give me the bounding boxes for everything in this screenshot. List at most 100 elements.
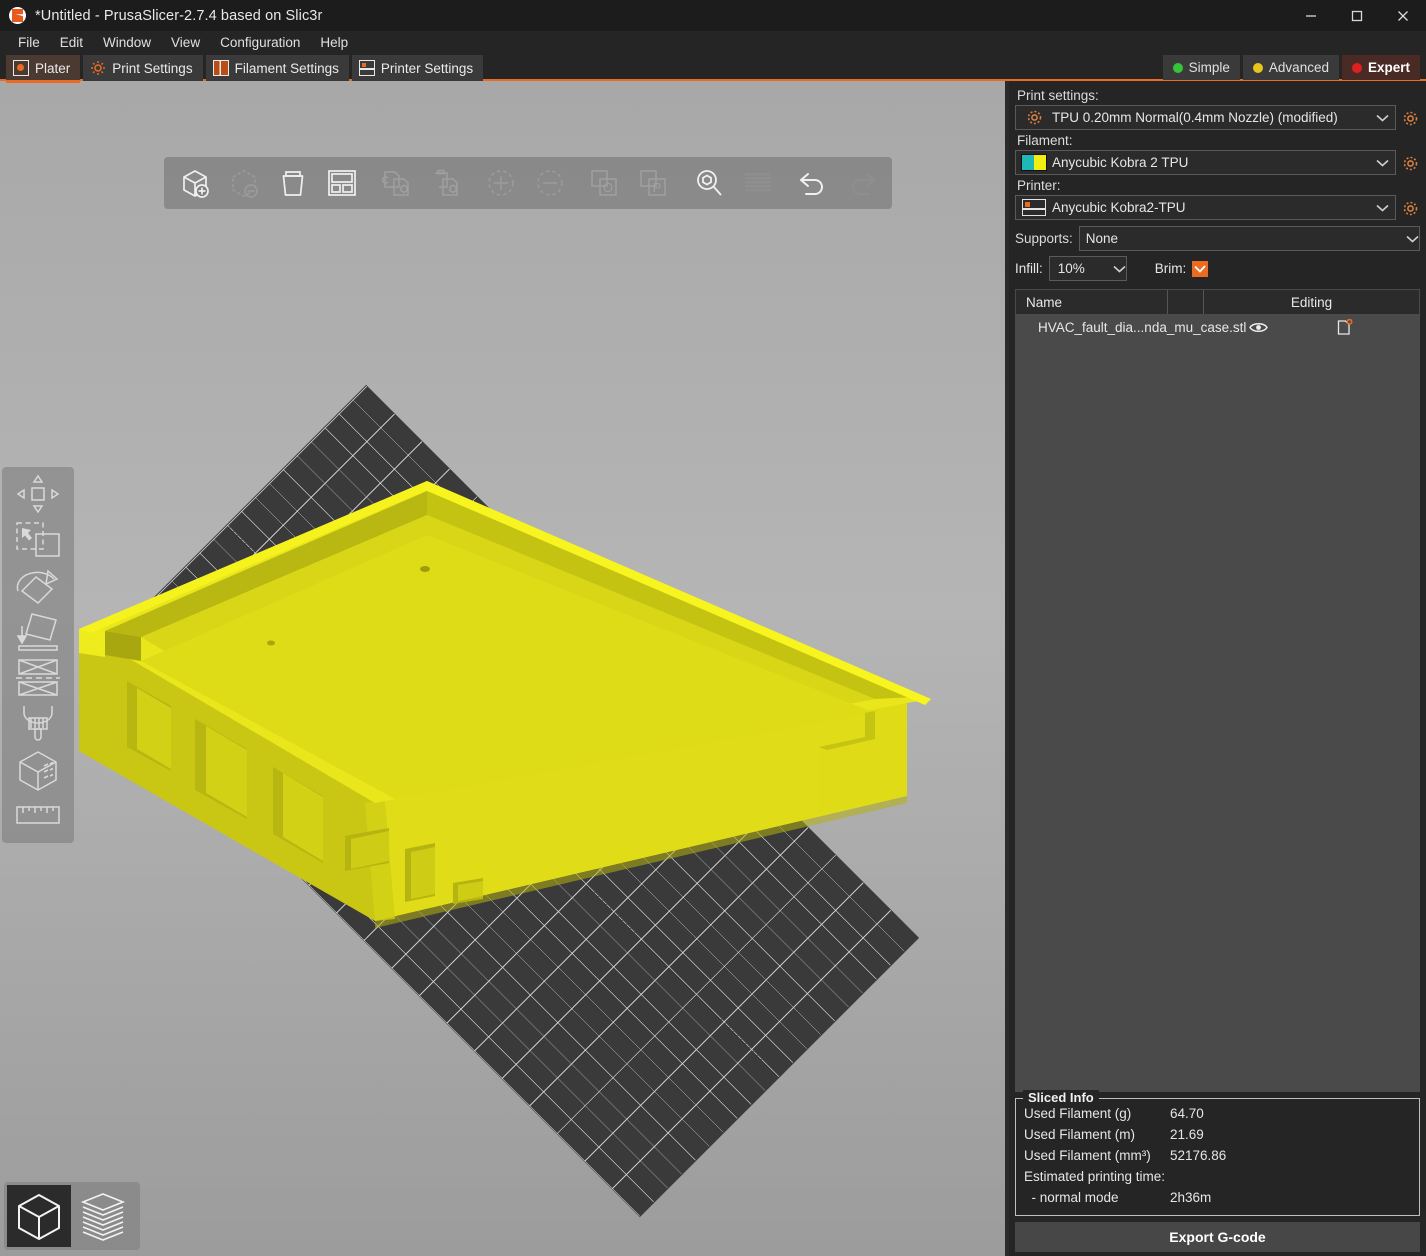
menu-help[interactable]: Help (310, 33, 358, 52)
delete-all-button[interactable] (268, 159, 317, 207)
infill-value: 10% (1050, 261, 1113, 276)
sliced-info-panel: Sliced Info Used Filament (g) 64.70 Used… (1015, 1098, 1420, 1216)
sliced-info-row: Estimated printing time: (1024, 1166, 1411, 1187)
table-row[interactable]: HVAC_fault_dia...nda_mu_case.stl (1016, 314, 1419, 340)
gizmo-seam-button[interactable] (5, 747, 71, 793)
3d-viewport[interactable]: O P (0, 81, 1005, 1256)
brim-checkbox[interactable] (1192, 261, 1208, 277)
variable-layer-height-button[interactable] (733, 159, 782, 207)
gizmo-move-button[interactable] (5, 471, 71, 517)
menu-view[interactable]: View (161, 33, 210, 52)
column-header-editing: Editing (1204, 290, 1419, 314)
gizmo-support-paint-button[interactable] (5, 701, 71, 747)
supports-combo[interactable]: None (1079, 226, 1420, 251)
estimated-printing-time-label: Estimated printing time: (1024, 1166, 1170, 1187)
menu-window[interactable]: Window (93, 33, 161, 52)
cog-icon (90, 60, 106, 76)
tab-plater-label: Plater (35, 61, 70, 76)
sliced-info-row: Used Filament (m) 21.69 (1024, 1124, 1411, 1145)
tab-print-settings[interactable]: Print Settings (83, 55, 202, 81)
arrange-button[interactable] (317, 159, 366, 207)
add-object-button[interactable] (170, 159, 219, 207)
print-settings-edit-cog-icon[interactable] (1400, 106, 1420, 131)
mode-buttons: Simple Advanced Expert (1163, 55, 1420, 80)
tab-print-settings-label: Print Settings (112, 61, 192, 76)
prusaslicer-logo-icon (9, 7, 26, 24)
gizmo-rotate-button[interactable] (5, 563, 71, 609)
delete-object-button[interactable] (219, 159, 268, 207)
gizmo-cut-button[interactable] (5, 655, 71, 701)
used-filament-mm3-value: 52176.86 (1170, 1145, 1226, 1166)
chevron-down-icon[interactable] (1369, 114, 1395, 122)
chevron-down-icon[interactable] (1369, 204, 1395, 212)
tab-filament-settings-label: Filament Settings (235, 61, 339, 76)
tab-printer-settings-label: Printer Settings (381, 61, 473, 76)
mode-advanced-dot-icon (1253, 63, 1263, 73)
used-filament-mm3-label: Used Filament (mm³) (1024, 1145, 1170, 1166)
object-list[interactable]: Name Editing HVAC_fault_dia...nda_mu_cas… (1015, 289, 1420, 1092)
filament-edit-cog-icon[interactable] (1400, 151, 1420, 176)
chevron-down-icon[interactable] (1406, 231, 1419, 246)
menu-configuration[interactable]: Configuration (210, 33, 310, 52)
menu-edit[interactable]: Edit (50, 33, 93, 52)
paste-button[interactable] (421, 159, 470, 207)
copy-button[interactable] (372, 159, 421, 207)
mode-advanced-button[interactable]: Advanced (1243, 55, 1339, 80)
infill-label: Infill: (1015, 261, 1043, 276)
filament-combo[interactable]: Anycubic Kobra 2 TPU (1015, 150, 1396, 175)
normal-mode-value: 2h36m (1170, 1187, 1211, 1208)
tab-printer-settings[interactable]: Printer Settings (352, 55, 483, 81)
used-filament-m-value: 21.69 (1170, 1124, 1204, 1145)
infill-combo[interactable]: 10% (1049, 256, 1127, 281)
object-list-header: Name Editing (1016, 290, 1419, 314)
filament-row: Anycubic Kobra 2 TPU (1015, 150, 1420, 177)
add-instance-button[interactable] (476, 159, 525, 207)
sliced-info-row: Used Filament (mm³) 52176.86 (1024, 1145, 1411, 1166)
mode-simple-button[interactable]: Simple (1163, 55, 1240, 80)
supports-value: None (1080, 231, 1406, 246)
search-button[interactable] (684, 159, 733, 207)
column-header-name: Name (1016, 290, 1168, 314)
object-list-empty-area (1016, 340, 1419, 1091)
redo-button[interactable] (837, 159, 886, 207)
mode-expert-dot-icon (1352, 63, 1362, 73)
tab-plater[interactable]: Plater (6, 55, 80, 81)
supports-label: Supports: (1015, 231, 1073, 246)
tab-filament-settings[interactable]: Filament Settings (206, 55, 349, 81)
undo-button[interactable] (788, 159, 837, 207)
mode-simple-dot-icon (1173, 63, 1183, 73)
top-toolbar: O P (164, 157, 892, 209)
remove-instance-button[interactable] (525, 159, 574, 207)
minimize-button[interactable] (1288, 0, 1334, 31)
window-title: *Untitled - PrusaSlicer-2.7.4 based on S… (35, 8, 322, 24)
settings-page-icon[interactable] (1271, 319, 1419, 336)
used-filament-g-value: 64.70 (1170, 1103, 1204, 1124)
gizmo-measure-button[interactable] (5, 793, 71, 839)
svg-text:P: P (652, 180, 661, 195)
mode-expert-button[interactable]: Expert (1342, 55, 1420, 80)
sliced-info-row: Used Filament (g) 64.70 (1024, 1103, 1411, 1124)
preview-view-button[interactable] (71, 1185, 135, 1247)
window-controls (1288, 0, 1426, 31)
printer-combo[interactable]: Anycubic Kobra2-TPU (1015, 195, 1396, 220)
printer-label: Printer: (1017, 178, 1420, 193)
brim-label: Brim: (1155, 261, 1187, 276)
maximize-button[interactable] (1334, 0, 1380, 31)
gizmo-scale-button[interactable] (5, 517, 71, 563)
editor-view-button[interactable] (7, 1185, 71, 1247)
split-to-objects-button[interactable]: O (580, 159, 629, 207)
model-object-hvac-case[interactable] (75, 451, 935, 971)
chevron-down-icon[interactable] (1113, 261, 1126, 276)
menu-file[interactable]: File (8, 33, 50, 52)
mode-advanced-label: Advanced (1269, 60, 1329, 75)
chevron-down-icon[interactable] (1369, 159, 1395, 167)
print-settings-combo[interactable]: TPU 0.20mm Normal(0.4mm Nozzle) (modifie… (1015, 105, 1396, 130)
split-to-parts-button[interactable]: P (629, 159, 678, 207)
gizmo-place-on-face-button[interactable] (5, 609, 71, 655)
eye-icon[interactable] (1246, 321, 1271, 334)
filament-label: Filament: (1017, 133, 1420, 148)
printer-edit-cog-icon[interactable] (1400, 196, 1420, 221)
export-gcode-button[interactable]: Export G-code (1015, 1222, 1420, 1252)
close-button[interactable] (1380, 0, 1426, 31)
filament-spool-icon (213, 60, 229, 76)
